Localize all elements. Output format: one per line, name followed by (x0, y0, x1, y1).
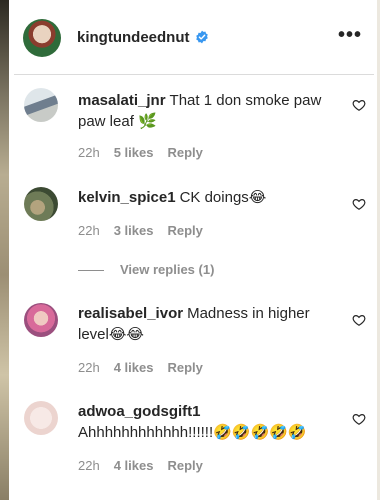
comment-text: masalati_jnr That 1 don smoke paw paw lea… (78, 90, 342, 132)
post-header: kingtundeednut ••• (14, 0, 374, 75)
commenter-avatar[interactable] (24, 88, 58, 122)
like-heart-icon[interactable] (352, 197, 366, 211)
verified-badge-icon (195, 30, 208, 44)
reply-button[interactable]: Reply (167, 145, 202, 160)
post-author-username[interactable]: kingtundeednut (77, 29, 209, 46)
reply-button[interactable]: Reply (167, 360, 202, 375)
comment-meta: 22h 3 likes Reply (78, 223, 217, 238)
like-heart-icon[interactable] (352, 98, 366, 112)
comment-username[interactable]: kelvin_spice1 (78, 189, 176, 206)
like-heart-icon[interactable] (352, 412, 366, 426)
comment-time: 22h (78, 458, 100, 473)
comment-time: 22h (78, 223, 100, 238)
comment-text: kelvin_spice1 CK doings😂 (78, 187, 342, 208)
comment-time: 22h (78, 145, 100, 160)
comment-meta: 22h 4 likes Reply (78, 360, 217, 375)
comment-likes[interactable]: 3 likes (114, 223, 154, 238)
reply-button[interactable]: Reply (167, 458, 202, 473)
reply-button[interactable]: Reply (167, 223, 202, 238)
comment-username[interactable]: masalati_jnr (78, 92, 166, 109)
comment-body: CK doings😂 (179, 189, 267, 206)
commenter-avatar[interactable] (24, 401, 58, 435)
comment-likes[interactable]: 4 likes (114, 360, 154, 375)
background-photo-strip (0, 0, 9, 500)
post-author-avatar[interactable] (23, 19, 61, 57)
comment-likes[interactable]: 4 likes (114, 458, 154, 473)
view-replies-link[interactable]: View replies (1) (78, 262, 214, 277)
post-author-username-text[interactable]: kingtundeednut (77, 29, 190, 46)
view-replies-divider (78, 270, 104, 272)
like-heart-icon[interactable] (352, 313, 366, 327)
comment-meta: 22h 4 likes Reply (78, 458, 217, 473)
comment-likes[interactable]: 5 likes (114, 145, 154, 160)
comment-body: Ahhhhhhhhhhhh!!!!!!🤣🤣🤣🤣🤣 (78, 424, 307, 441)
comment-meta: 22h 5 likes Reply (78, 145, 217, 160)
commenter-avatar[interactable] (24, 303, 58, 337)
more-options-icon[interactable]: ••• (338, 24, 362, 47)
comment-username[interactable]: realisabel_ivor (78, 305, 183, 322)
comment-time: 22h (78, 360, 100, 375)
comment-text: adwoa_godsgift1 Ahhhhhhhhhhhh!!!!!!🤣🤣🤣🤣🤣 (78, 401, 342, 443)
commenter-avatar[interactable] (24, 187, 58, 221)
view-replies-label[interactable]: View replies (1) (120, 262, 214, 277)
comment-text: realisabel_ivor Madness in higher level😂😂 (78, 303, 342, 345)
comment-username[interactable]: adwoa_godsgift1 (78, 403, 201, 420)
